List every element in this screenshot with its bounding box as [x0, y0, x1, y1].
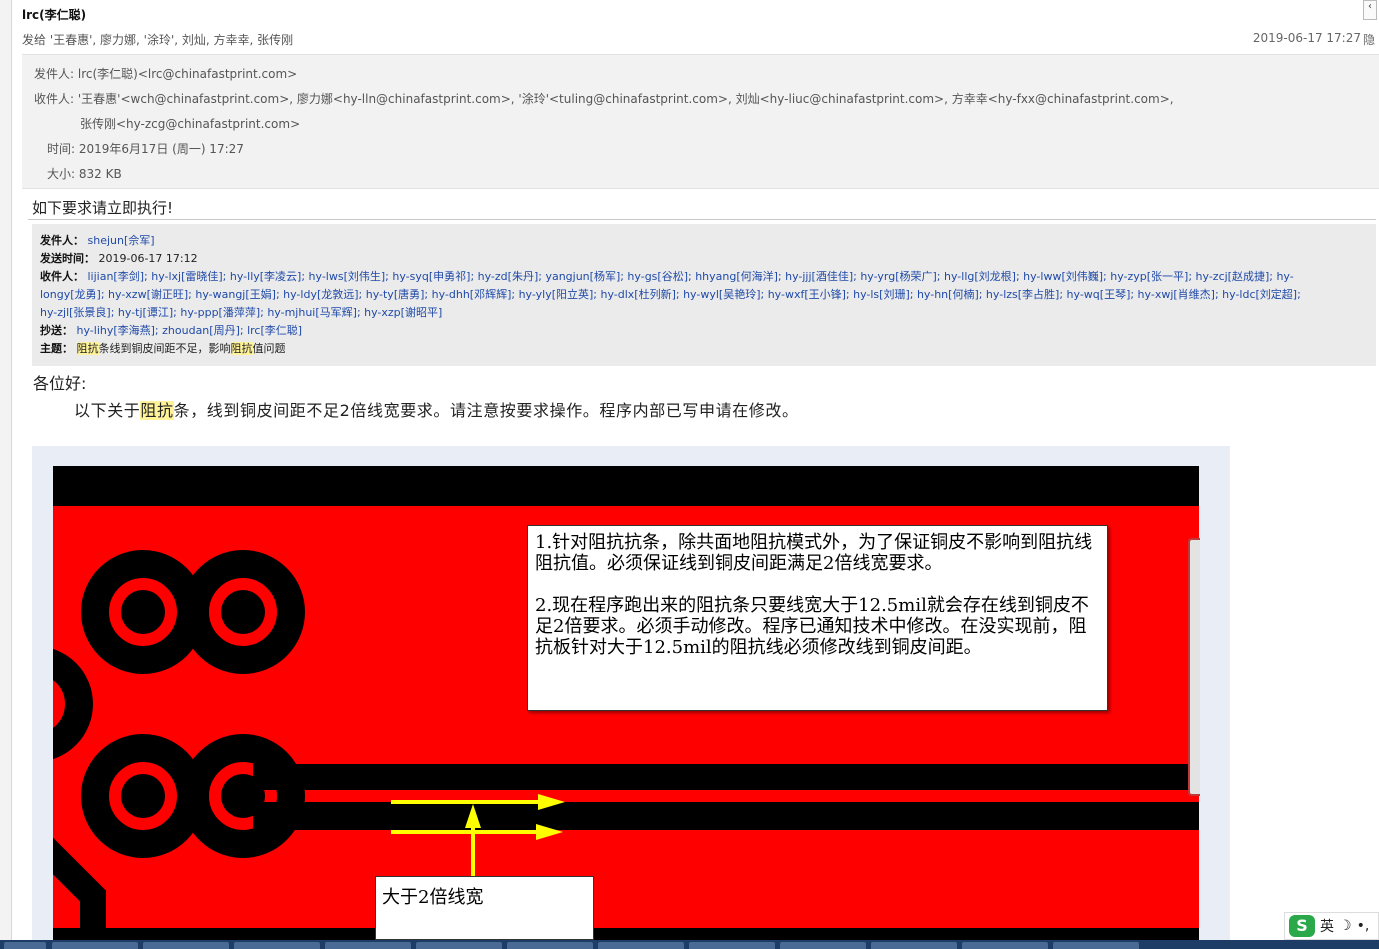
- fwd-cc-row: 抄送： hy-lihy[李海燕]; zhoudan[周丹]; lrc[李仁聪]: [40, 322, 302, 340]
- taskbar-item[interactable]: [143, 942, 229, 949]
- fwd-to-line-3[interactable]: hy-zjl[张景良]; hy-tj[谭江]; hy-ppp[潘萍萍]; hy-…: [40, 306, 442, 319]
- fwd-sent-value: 2019-06-17 17:12: [98, 252, 198, 265]
- via-hole: [221, 590, 265, 634]
- taskbar-item[interactable]: [689, 942, 775, 949]
- pcb-top-band: [53, 466, 1199, 506]
- para-pre: 以下关于: [74, 401, 141, 420]
- fwd-subject-mid: 条线到铜皮间距不足，影响: [98, 342, 231, 355]
- fwd-subject-highlight-1: 阻抗: [76, 342, 99, 355]
- meta-time-row: 时间: 2019年6月17日 (周一) 17:27: [47, 140, 244, 157]
- fwd-to-row: 收件人： lijian[李剑]; hy-lxj[雷晓佳]; hy-lly[李凌云…: [40, 268, 1294, 286]
- fwd-to-row-2: longy[龙勇]; hy-xzw[谢正旺]; hy-wangj[王娟]; hy…: [40, 286, 1301, 304]
- meta-to-label: 收件人:: [34, 92, 75, 106]
- fwd-from-label: 发件人：: [40, 234, 84, 247]
- meta-to-row: 收件人: '王春惠'<wch@chinafastprint.com>, 廖力娜<…: [34, 90, 1174, 107]
- fwd-to-row-3: hy-zjl[张景良]; hy-tj[谭江]; hy-ppp[潘萍萍]; hy-…: [40, 304, 442, 322]
- fwd-from-value[interactable]: shejun[佘军]: [88, 234, 155, 247]
- fwd-subject-post: 值问题: [252, 342, 286, 355]
- body-greeting: 各位好:: [33, 374, 87, 393]
- meta-from-value[interactable]: lrc(李仁聪)<lrc@chinafastprint.com>: [78, 67, 297, 81]
- punctuation-icon[interactable]: •,: [1357, 918, 1370, 934]
- trace-diagonal: [53, 837, 106, 940]
- meta-to-row-2: 张传刚<hy-zcg@chinafastprint.com>: [80, 115, 300, 132]
- via-pad: [53, 649, 93, 759]
- recipients-summary: 发给 '王春惠', 廖力娜, '涂玲', 刘灿, 方幸幸, 张传刚: [22, 33, 294, 47]
- fwd-from-row: 发件人： shejun[佘军]: [40, 232, 155, 250]
- email-meta-panel: 发件人: lrc(李仁聪)<lrc@chinafastprint.com> 收件…: [22, 54, 1379, 189]
- fwd-cc-value[interactable]: hy-lihy[李海燕]; zhoudan[周丹]; lrc[李仁聪]: [77, 324, 303, 337]
- via-hole: [121, 590, 165, 634]
- sender-name[interactable]: lrc(李仁聪): [22, 8, 86, 22]
- taskbar-item[interactable]: [871, 942, 957, 949]
- moon-icon[interactable]: ☽: [1339, 918, 1352, 934]
- via-hole: [121, 774, 165, 818]
- fwd-subject-label: 主题：: [40, 342, 73, 355]
- fwd-to-line-2[interactable]: longy[龙勇]; hy-xzw[谢正旺]; hy-wangj[王娟]; hy…: [40, 288, 1301, 301]
- fwd-subject-row: 主题： 阻抗条线到铜皮间距不足，影响阻抗值问题: [40, 340, 286, 358]
- email-date: 2019-06-17 17:27: [1252, 31, 1361, 45]
- fwd-sent-row: 发送时间： 2019-06-17 17:12: [40, 250, 198, 268]
- taskbar-item[interactable]: [962, 942, 1048, 949]
- trace-gap-bottom: [253, 802, 1199, 830]
- fwd-sent-label: 发送时间：: [40, 252, 95, 265]
- collapse-icon[interactable]: ‹: [1363, 0, 1377, 20]
- para-post: 条，线到铜皮间距不足2倍线宽要求。请注意按要求操作。程序内部已写申请在修改。: [173, 401, 799, 420]
- meta-time-label: 时间:: [47, 142, 76, 156]
- meta-size-row: 大小: 832 KB: [47, 165, 122, 182]
- fwd-to-line-1[interactable]: lijian[李剑]; hy-lxj[雷晓佳]; hy-lly[李凌云]; hy…: [88, 270, 1294, 283]
- meta-time-value: 2019年6月17日 (周一) 17:27: [78, 142, 244, 156]
- meta-from-label: 发件人:: [34, 67, 75, 81]
- annotation-label: 大于2倍线宽: [375, 876, 594, 940]
- sogou-logo-icon[interactable]: S: [1289, 915, 1315, 937]
- taskbar-item[interactable]: [780, 942, 866, 949]
- fwd-cc-label: 抄送：: [40, 324, 73, 337]
- left-scroll-strip: [0, 0, 12, 940]
- para-highlight: 阻抗: [140, 401, 174, 420]
- annotation-note: 1.针对阻抗抗条，除共面地阻抗模式外，为了保证铜皮不影响到阻抗线阻抗值。必须保证…: [527, 525, 1108, 711]
- body-intro: 如下要求请立即执行!: [32, 199, 174, 217]
- body-paragraph: 以下关于阻抗条，线到铜皮间距不足2倍线宽要求。请注意按要求操作。程序内部已写申请…: [74, 397, 799, 421]
- divider: [28, 219, 1376, 220]
- fwd-to-label: 收件人：: [40, 270, 84, 283]
- taskbar-item[interactable]: [507, 942, 593, 949]
- ime-mode[interactable]: 英: [1320, 916, 1334, 936]
- taskbar-item[interactable]: [598, 942, 684, 949]
- meta-to-value[interactable]: '王春惠'<wch@chinafastprint.com>, 廖力娜<hy-ll…: [78, 92, 1174, 106]
- taskbar-item[interactable]: [234, 942, 320, 949]
- pcb-bottom-band: [53, 928, 1199, 940]
- meta-from-row: 发件人: lrc(李仁聪)<lrc@chinafastprint.com>: [34, 65, 297, 82]
- hide-details-link[interactable]: 隐: [1363, 31, 1379, 48]
- forwarded-header: 发件人： shejun[佘军] 发送时间： 2019-06-17 17:12 收…: [32, 224, 1376, 366]
- meta-size-label: 大小:: [47, 167, 76, 181]
- email-header: lrc(李仁聪): [22, 6, 86, 23]
- meta-size-value: 832 KB: [78, 167, 122, 181]
- taskbar-item[interactable]: [325, 942, 411, 949]
- ime-toolbar[interactable]: S 英 ☽ •,: [1284, 912, 1379, 940]
- side-panel-handle[interactable]: [1188, 538, 1200, 796]
- taskbar-item[interactable]: [1053, 942, 1139, 949]
- taskbar-item[interactable]: [52, 942, 138, 949]
- fwd-subject-highlight-2: 阻抗: [230, 342, 253, 355]
- taskbar-item[interactable]: [4, 942, 46, 949]
- trace-gap-top: [253, 764, 1199, 790]
- meta-to-value-2[interactable]: 张传刚<hy-zcg@chinafastprint.com>: [80, 117, 300, 131]
- taskbar-item[interactable]: [416, 942, 502, 949]
